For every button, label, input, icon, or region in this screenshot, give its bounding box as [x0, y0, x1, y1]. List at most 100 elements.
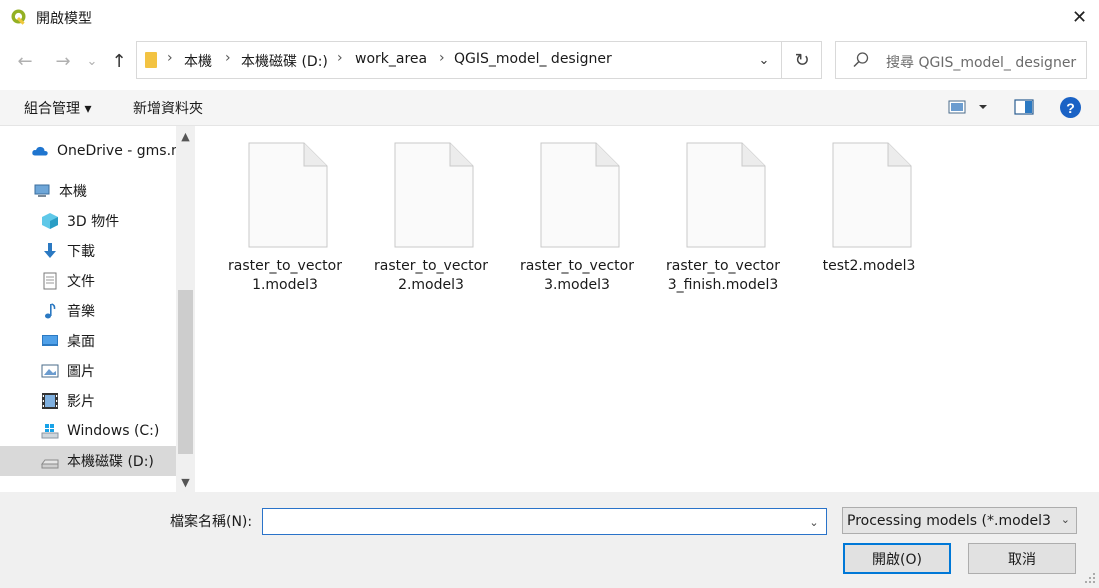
filetype-select[interactable]: Processing models (*.model3 ⌄ [842, 507, 1077, 534]
cancel-button[interactable]: 取消 [968, 543, 1076, 574]
chevron-down-icon: ⌄ [86, 53, 98, 69]
refresh-icon: ↻ [794, 49, 810, 71]
sidebar-item-label: 圖片 [67, 364, 95, 380]
windows-drive-icon [41, 424, 59, 439]
file-item[interactable]: raster_to_vector 3.model3 [518, 142, 636, 302]
breadcrumb-item[interactable]: 本機 [184, 51, 212, 71]
picture-icon [41, 364, 59, 378]
document-icon [43, 272, 57, 290]
chevron-up-icon: ▲ [181, 129, 190, 143]
back-button[interactable]: ← [12, 48, 38, 74]
breadcrumb-separator: › [225, 50, 231, 66]
sidebar-item-downloads[interactable]: 下載 [0, 236, 176, 266]
help-button[interactable]: ? [1060, 97, 1081, 118]
file-icon [248, 142, 328, 248]
music-icon [45, 303, 56, 319]
download-icon [44, 243, 56, 258]
sidebar-item-label: 本機磁碟 (D:) [67, 454, 154, 470]
sidebar-item-label: 音樂 [67, 304, 95, 320]
file-item[interactable]: test2.model3 [810, 142, 928, 302]
toolbar: 組合管理 ▾ 新增資料夾 ? [0, 90, 1099, 126]
open-button[interactable]: 開啟(O) [843, 543, 951, 574]
new-folder-button[interactable]: 新增資料夾 [133, 98, 203, 118]
breadcrumb-separator: › [337, 50, 343, 66]
folder-icon [145, 52, 157, 68]
view-icon [948, 100, 966, 114]
arrow-up-icon: ↑ [111, 50, 127, 72]
address-dropdown-button[interactable]: ⌄ [752, 48, 776, 72]
sidebar-item-videos[interactable]: 影片 [0, 386, 176, 416]
search-input[interactable]: 搜尋 QGIS_model_ designer [835, 41, 1087, 79]
file-icon [832, 142, 912, 248]
breadcrumb-separator: › [167, 50, 173, 66]
chevron-down-icon: ▼ [181, 475, 190, 489]
sidebar-item-local-disk-d[interactable]: 本機磁碟 (D:) [0, 446, 176, 476]
filename-label: 檔案名稱(N): [170, 514, 253, 530]
help-icon: ? [1066, 99, 1075, 116]
address-bar[interactable]: › 本機 › 本機磁碟 (D:) › work_area › QGIS_mode… [136, 41, 822, 79]
search-placeholder: 搜尋 QGIS_model_ designer [886, 55, 1077, 71]
file-list: raster_to_vector 1.model3 raster_to_vecto… [196, 126, 1099, 492]
chevron-down-icon [979, 105, 987, 109]
file-name: raster_to_vector 3.model3 [520, 258, 634, 293]
sidebar-item-desktop[interactable]: 桌面 [0, 326, 176, 356]
preview-pane-button[interactable] [1014, 99, 1034, 115]
divider [781, 42, 782, 78]
sidebar-item-pictures[interactable]: 圖片 [0, 356, 176, 386]
desktop-icon [42, 335, 58, 346]
file-name: test2.model3 [822, 258, 916, 274]
scroll-thumb[interactable] [178, 290, 193, 454]
resize-grip-icon[interactable] [1084, 572, 1096, 584]
chevron-down-icon: ⌄ [1060, 513, 1070, 526]
sidebar-item-this-pc[interactable]: 本機 [0, 176, 176, 206]
file-item[interactable]: raster_to_vector 2.model3 [372, 142, 490, 302]
recent-locations-button[interactable]: ⌄ [82, 48, 102, 74]
sidebar-item-label: Windows (C:) [67, 423, 160, 439]
scroll-up-button[interactable]: ▲ [176, 126, 195, 146]
file-name: raster_to_vector 2.model3 [374, 258, 488, 293]
arrow-right-icon: → [55, 50, 71, 72]
bottom-panel: 檔案名稱(N): ⌄ Processing models (*.model3 ⌄… [0, 492, 1099, 588]
sidebar-item-3d-objects[interactable]: 3D 物件 [0, 206, 176, 236]
breadcrumb-separator: › [439, 50, 445, 66]
breadcrumb-item[interactable]: QGIS_model_ designer [454, 51, 612, 67]
sidebar-item-music[interactable]: 音樂 [0, 296, 176, 326]
file-icon [540, 142, 620, 248]
sidebar-item-documents[interactable]: 文件 [0, 266, 176, 296]
scroll-down-button[interactable]: ▼ [176, 472, 195, 492]
qgis-logo-icon [11, 9, 26, 25]
sidebar-item-label: 3D 物件 [67, 214, 120, 230]
navigation-pane: OneDrive - gms.n 本機 3D 物件 下載 文件 音樂 桌面 圖片… [0, 126, 196, 492]
film-icon [42, 393, 58, 409]
sidebar-scrollbar[interactable]: ▲ ▼ [176, 126, 195, 492]
change-view-button[interactable] [948, 99, 992, 117]
file-name: raster_to_vector 1.model3 [228, 258, 342, 293]
chevron-down-icon: ⌄ [809, 515, 819, 529]
sidebar-item-onedrive[interactable]: OneDrive - gms.n [0, 136, 176, 166]
refresh-button[interactable]: ↻ [785, 47, 819, 73]
close-button[interactable]: ✕ [1060, 0, 1099, 34]
sidebar-item-label: 影片 [67, 394, 95, 410]
up-button[interactable]: ↑ [106, 48, 132, 74]
file-item[interactable]: raster_to_vector 3_finish.model3 [664, 142, 782, 302]
search-icon [853, 52, 869, 68]
file-icon [394, 142, 474, 248]
organize-button[interactable]: 組合管理 ▾ [24, 98, 91, 118]
chevron-down-icon: ⌄ [758, 52, 770, 68]
filename-field[interactable]: ⌄ [262, 508, 827, 535]
sidebar-item-windows-c[interactable]: Windows (C:) [0, 416, 176, 446]
filename-dropdown-button[interactable]: ⌄ [806, 513, 822, 531]
title-bar: 開啟模型 ✕ [0, 0, 1099, 34]
forward-button[interactable]: → [50, 48, 76, 74]
close-icon: ✕ [1071, 6, 1088, 28]
breadcrumb-item[interactable]: 本機磁碟 (D:) [241, 51, 328, 71]
window-title: 開啟模型 [36, 11, 92, 27]
sidebar-item-label: OneDrive - gms.n [57, 143, 176, 159]
cloud-icon [32, 146, 48, 156]
drive-icon [41, 459, 59, 469]
breadcrumb-item[interactable]: work_area [355, 51, 427, 67]
arrow-left-icon: ← [17, 50, 33, 72]
file-item[interactable]: raster_to_vector 1.model3 [226, 142, 344, 302]
sidebar-item-label: 本機 [59, 184, 87, 200]
file-icon [686, 142, 766, 248]
